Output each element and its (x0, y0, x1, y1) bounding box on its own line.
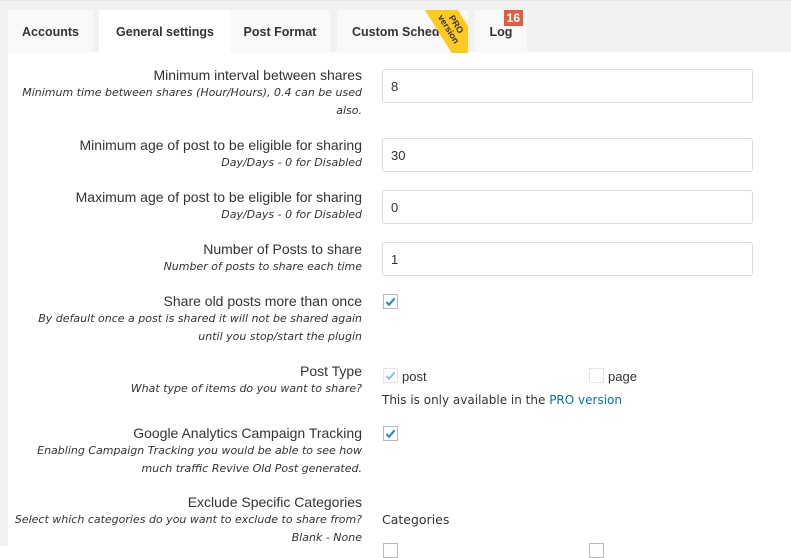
setting-description: Enabling Campaign Tracking you would be … (37, 444, 362, 457)
tab-bar: Accounts General settings Post Format Cu… (0, 0, 791, 54)
tab-log[interactable]: Log 16 (475, 10, 527, 53)
setting-label-group: Post Type What type of items do you want… (2, 362, 362, 398)
tab-custom-schedule[interactable]: Custom Schedule PRO version (337, 10, 468, 53)
setting-description-cont: Blank - None (291, 531, 362, 544)
setting-description-cont: much traffic Revive Old Post generated. (141, 462, 362, 475)
categories-heading: Categories (382, 512, 450, 527)
log-count-badge: 16 (503, 10, 523, 26)
tab-label: Post Format (243, 24, 317, 39)
max-age-input[interactable] (382, 190, 753, 224)
setting-label-group: Exclude Specific Categories Select which… (2, 493, 362, 547)
tab-accounts[interactable]: Accounts (8, 10, 93, 53)
pro-note: This is only available in the PRO versio… (382, 393, 622, 407)
post-type-post-label: post (402, 369, 427, 384)
setting-label-group: Maximum age of post to be eligible for s… (2, 188, 362, 224)
ga-tracking-checkbox[interactable] (383, 426, 398, 441)
setting-description: Select which categories do you want to e… (14, 513, 362, 526)
setting-description-cont: until you stop/start the plugin (198, 330, 362, 343)
category-checkbox[interactable] (589, 543, 604, 558)
tab-label: General settings (116, 25, 214, 39)
setting-label: Minimum age of post to be eligible for s… (79, 137, 362, 153)
checkmark-icon (385, 297, 396, 307)
setting-label: Share old posts more than once (163, 293, 362, 309)
tab-label: Accounts (22, 24, 79, 39)
setting-label-group: Minimum interval between shares Minimum … (2, 66, 362, 120)
share-more-checkbox[interactable] (383, 294, 398, 309)
setting-label: Post Type (299, 363, 362, 379)
setting-description: Day/Days - 0 for Disabled (221, 208, 362, 221)
setting-label: Exclude Specific Categories (187, 494, 362, 510)
setting-label-group: Number of Posts to share Number of posts… (2, 240, 362, 276)
checkmark-icon (385, 429, 396, 439)
min-interval-input[interactable] (382, 69, 753, 103)
setting-description: What type of items do you want to share? (130, 382, 362, 395)
tab-post-format[interactable]: Post Format (230, 10, 330, 53)
setting-label: Number of Posts to share (203, 241, 362, 257)
tab-label: Log (489, 24, 513, 39)
setting-label-group: Google Analytics Campaign Tracking Enabl… (2, 424, 362, 478)
post-type-post-checkbox[interactable] (383, 368, 398, 383)
pro-note-text: This is only available in the (382, 393, 550, 407)
setting-description-cont: also. (336, 104, 362, 117)
setting-description: By default once a post is shared it will… (38, 312, 362, 325)
setting-label: Minimum interval between shares (153, 67, 362, 83)
setting-description: Number of posts to share each time (163, 260, 362, 273)
setting-description: Minimum time between shares (Hour/Hours)… (22, 86, 362, 99)
min-age-input[interactable] (382, 138, 753, 172)
setting-label-group: Minimum age of post to be eligible for s… (2, 136, 362, 172)
checkmark-icon (385, 371, 396, 381)
post-type-page-checkbox[interactable] (589, 368, 604, 383)
setting-label: Maximum age of post to be eligible for s… (75, 189, 362, 205)
num-posts-input[interactable] (382, 242, 753, 276)
post-type-page-label: page (608, 369, 637, 384)
setting-label-group: Share old posts more than once By defaul… (2, 292, 362, 346)
category-checkbox[interactable] (383, 543, 398, 558)
tab-general-settings[interactable]: General settings (99, 10, 231, 54)
setting-label: Google Analytics Campaign Tracking (133, 425, 362, 441)
setting-description: Day/Days - 0 for Disabled (221, 156, 362, 169)
pro-version-link[interactable]: PRO version (549, 393, 622, 407)
